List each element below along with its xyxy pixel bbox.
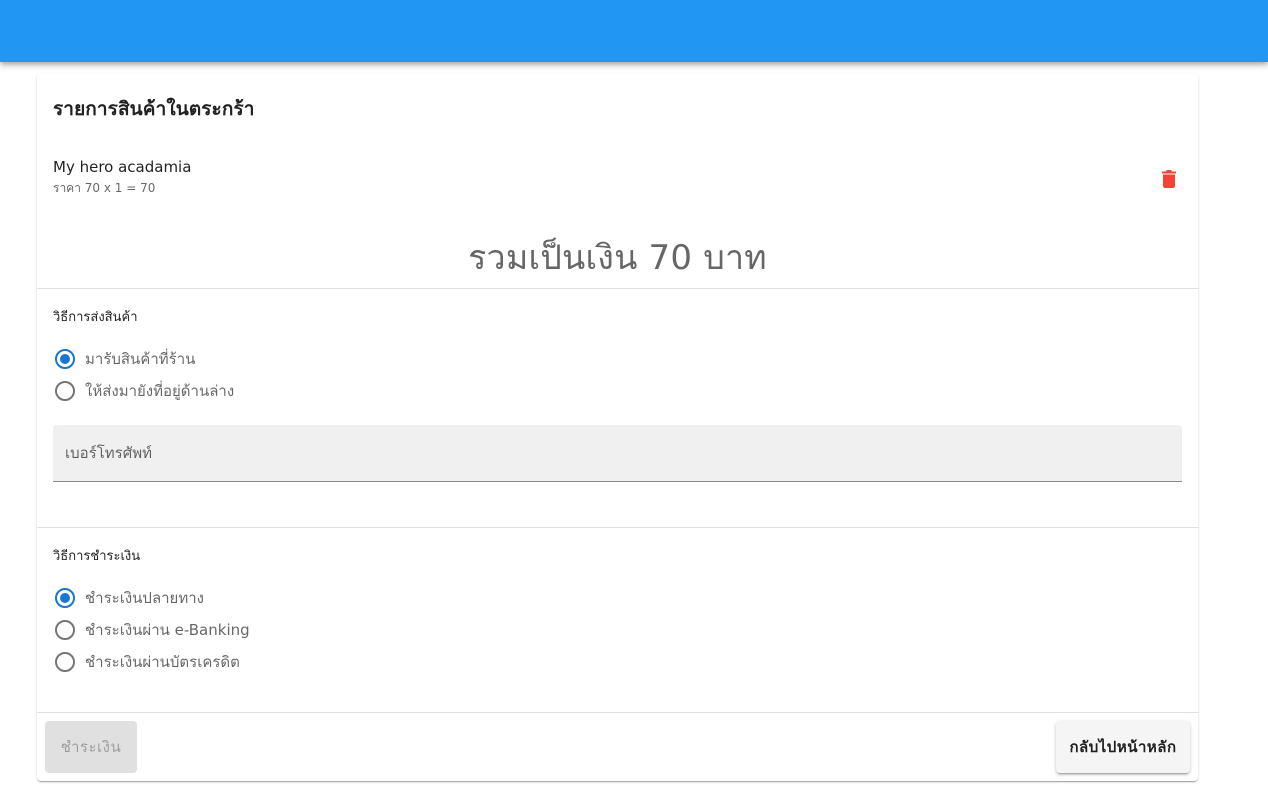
radio-label: ให้ส่งมายังที่อยู่ด้านล่าง [85,382,235,400]
radio-checked-icon[interactable] [55,349,75,369]
payment-option-cod[interactable]: ชำระเงินปลายทาง [53,585,204,611]
radio-unchecked-icon[interactable] [55,620,75,640]
payment-option-credit-card[interactable]: ชำระเงินผ่านบัตรเครดิต [53,649,240,675]
radio-label: ชำระเงินปลายทาง [85,589,204,607]
cart-card: รายการสินค้าในตระกร้า My hero acadamia ร… [37,74,1198,781]
pay-button[interactable]: ชำระเงิน [45,721,137,773]
radio-unchecked-icon[interactable] [55,381,75,401]
radio-label: ชำระเงินผ่านบัตรเครดิต [85,653,240,671]
back-to-home-button[interactable]: กลับไปหน้าหลัก [1056,721,1190,773]
delete-item-button[interactable] [1154,164,1184,194]
radio-label: ชำระเงินผ่าน e-Banking [85,621,250,639]
radio-checked-icon[interactable] [55,588,75,608]
total-amount: รวมเป็นเงิน 70 บาท [468,238,767,278]
item-price: ราคา 70 x 1 = 70 [53,181,156,195]
radio-unchecked-icon[interactable] [55,652,75,672]
divider [37,527,1198,528]
shipping-option-pickup[interactable]: มารับสินค้าที่ร้าน [53,346,195,372]
phone-field[interactable] [53,425,1182,482]
shipping-method-label: วิธีการส่งสินค้า [53,310,138,325]
radio-label: มารับสินค้าที่ร้าน [85,350,196,368]
trash-icon [1162,170,1176,188]
cart-item: My hero acadamia ราคา 70 x 1 = 70 [53,158,1183,198]
divider [37,288,1198,289]
payment-method-label: วิธีการชำระเงิน [53,549,141,564]
app-bar [0,0,1268,62]
payment-option-ebanking[interactable]: ชำระเงินผ่าน e-Banking [53,617,250,643]
shipping-option-delivery[interactable]: ให้ส่งมายังที่อยู่ด้านล่าง [53,378,234,404]
divider [37,712,1198,713]
cart-title: รายการสินค้าในตระกร้า [53,98,255,120]
item-name: My hero acadamia [53,158,192,176]
phone-input[interactable] [53,425,1182,481]
